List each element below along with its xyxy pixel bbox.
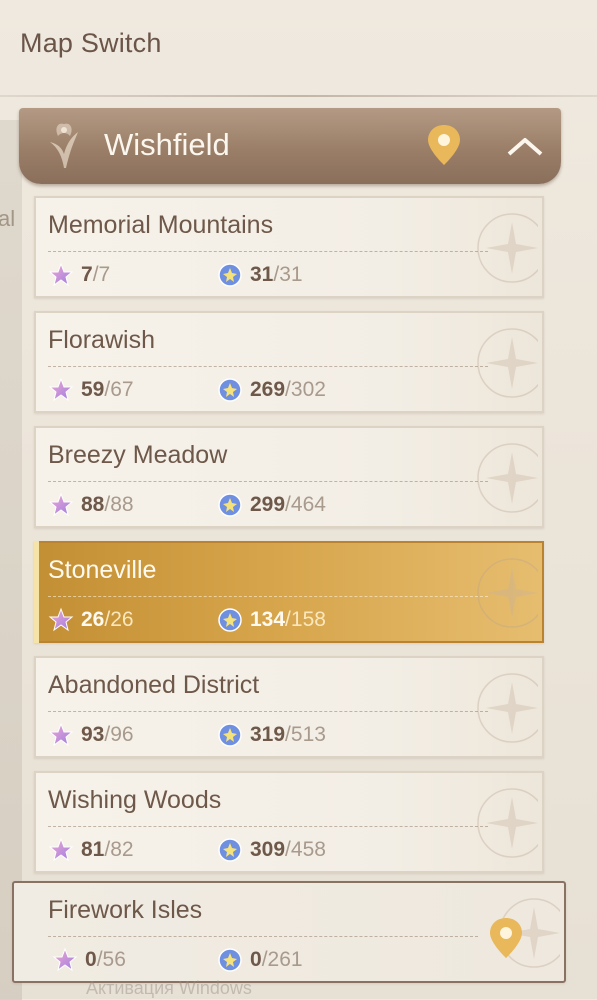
stat-total: 26 [110, 608, 134, 631]
ornament-icon [468, 779, 547, 867]
orb-collectible-icon [217, 947, 243, 973]
stat-total: 82 [110, 838, 134, 861]
orb-collectible-icon [217, 722, 243, 748]
star-collectible-counter: 59/67 [48, 376, 134, 404]
star-collectible-icon [48, 262, 74, 288]
stat-total: 67 [110, 378, 134, 401]
stat-total: 302 [290, 378, 326, 401]
card-divider [48, 366, 488, 367]
stat-total: 96 [110, 723, 134, 746]
stat-total: 158 [290, 608, 326, 631]
area-card-firework-isles[interactable]: Firework Isles 0/56 0/261 [12, 881, 569, 983]
stat-current: 299 [250, 493, 286, 516]
star-collectible-icon [52, 947, 78, 973]
orb-collectible-counter: 309/458 [217, 836, 326, 864]
card-divider [48, 936, 478, 937]
background-map-edge [0, 120, 22, 1000]
ornament-icon [468, 434, 547, 522]
orb-collectible-counter: 319/513 [217, 721, 326, 749]
stat-total: 88 [110, 493, 134, 516]
star-collectible-counter: 93/96 [48, 721, 134, 749]
area-name: Abandoned District [48, 671, 260, 699]
card-divider [48, 481, 488, 482]
star-collectible-counter: 26/26 [48, 606, 134, 634]
location-pin-icon[interactable] [424, 122, 464, 168]
page-title: Map Switch [20, 28, 162, 58]
stat-current: 88 [81, 493, 105, 516]
stat-current: 0 [250, 948, 262, 971]
orb-collectible-icon [217, 607, 243, 633]
area-card-memorial-mountains[interactable]: Memorial Mountains 7/7 31/31 [34, 196, 547, 298]
stat-current: 309 [250, 838, 286, 861]
stat-total: 464 [290, 493, 326, 516]
area-name: Firework Isles [48, 896, 203, 924]
stat-current: 7 [81, 263, 93, 286]
stat-current: 269 [250, 378, 286, 401]
area-name: Breezy Meadow [48, 441, 228, 469]
stat-current: 31 [250, 263, 274, 286]
area-name: Florawish [48, 326, 155, 354]
chevron-up-icon [507, 138, 543, 156]
stat-total: 261 [267, 948, 303, 971]
collapse-button[interactable] [489, 108, 561, 184]
flower-emblem-icon [29, 114, 99, 178]
orb-collectible-icon [217, 837, 243, 863]
stat-current: 59 [81, 378, 105, 401]
card-divider [48, 711, 488, 712]
stat-current: 26 [81, 608, 105, 631]
area-name: Stoneville [48, 556, 157, 584]
stat-current: 134 [250, 608, 286, 631]
stat-current: 319 [250, 723, 286, 746]
location-pin-icon [486, 915, 526, 961]
stat-current: 93 [81, 723, 105, 746]
orb-collectible-counter: 134/158 [217, 606, 326, 634]
card-divider [48, 596, 488, 597]
stat-total: 513 [290, 723, 326, 746]
area-card-wishing-woods[interactable]: Wishing Woods 81/82 309/458 [34, 771, 547, 873]
orb-collectible-counter: 31/31 [217, 261, 303, 289]
star-collectible-icon [48, 492, 74, 518]
star-collectible-icon [48, 607, 74, 633]
star-collectible-icon [48, 722, 74, 748]
card-divider [48, 251, 488, 252]
orb-collectible-counter: 0/261 [217, 946, 303, 974]
card-divider [48, 826, 488, 827]
area-card-florawish[interactable]: Florawish 59/67 269/302 [34, 311, 547, 413]
stat-current: 0 [85, 948, 97, 971]
orb-collectible-counter: 299/464 [217, 491, 326, 519]
stat-total: 56 [102, 948, 126, 971]
orb-collectible-icon [217, 492, 243, 518]
stat-total: 458 [290, 838, 326, 861]
star-collectible-counter: 0/56 [52, 946, 126, 974]
ornament-icon [468, 319, 547, 407]
area-name: Memorial Mountains [48, 211, 274, 239]
ornament-icon [468, 664, 547, 752]
ornament-icon [468, 549, 547, 637]
area-card-breezy-meadow[interactable]: Breezy Meadow 88/88 299/464 [34, 426, 547, 528]
star-collectible-counter: 88/88 [48, 491, 134, 519]
area-card-stoneville[interactable]: Stoneville 26/26 134/158 [34, 541, 547, 643]
star-collectible-icon [48, 837, 74, 863]
orb-collectible-icon [217, 262, 243, 288]
orb-collectible-counter: 269/302 [217, 376, 326, 404]
star-collectible-counter: 7/7 [48, 261, 110, 289]
star-collectible-counter: 81/82 [48, 836, 134, 864]
area-name: Wishing Woods [48, 786, 222, 814]
stat-current: 81 [81, 838, 105, 861]
area-card-abandoned-district[interactable]: Abandoned District 93/96 319/513 [34, 656, 547, 758]
os-watermark: Активация Windows [86, 978, 252, 998]
stat-total: 31 [279, 263, 303, 286]
title-divider [0, 95, 597, 97]
orb-collectible-icon [217, 377, 243, 403]
region-header-wishfield[interactable]: Wishfield [19, 108, 561, 184]
region-name: Wishfield [104, 127, 230, 162]
star-collectible-icon [48, 377, 74, 403]
stat-total: 7 [98, 263, 111, 286]
side-partial-label: al [0, 206, 16, 231]
ornament-icon [468, 204, 547, 292]
